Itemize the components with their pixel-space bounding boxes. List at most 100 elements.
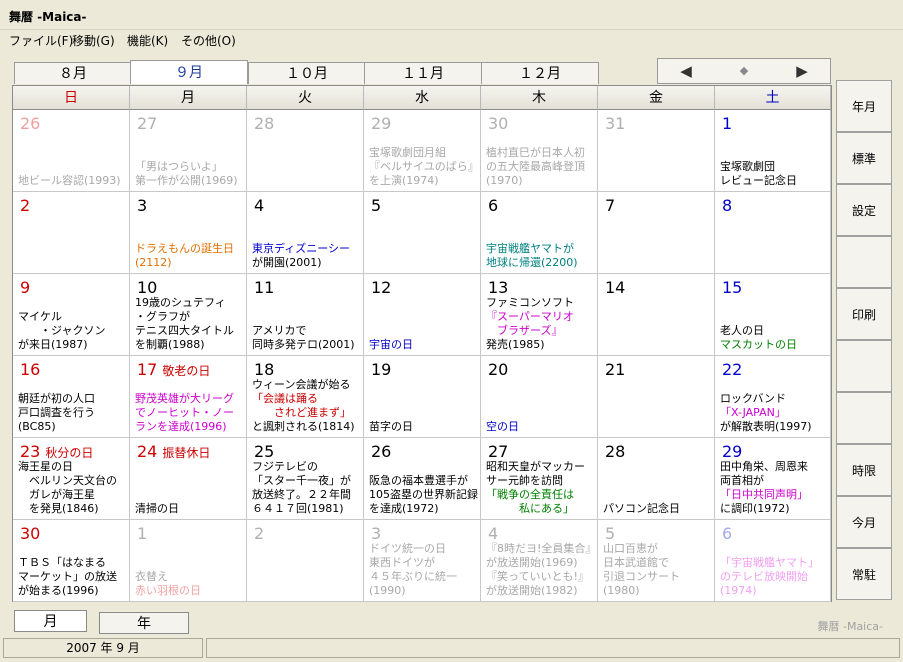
event-text: 19歳のシュテフィ ・グラフが テニス四大タイトル を制覇(1988) [135,296,234,351]
weekday-header: 金 [598,86,715,110]
menu-function[interactable]: 機能(K) [127,32,168,49]
event-text: 清掃の日 [135,502,179,515]
menu-file[interactable]: ファイル(F) [9,32,73,49]
day-number-text: 11 [254,278,275,297]
day-cell[interactable]: 30 ＴＢＳ「はなまる マーケット」の放送 が始まる(1996) [13,520,130,602]
tab-month-12[interactable]: １２月 [481,62,599,84]
day-number: 15 [722,278,742,297]
day-number-text: 2 [20,196,31,215]
day-number-text: 15 [722,278,743,297]
day-cell[interactable]: 12 宇宙の日 [364,274,481,356]
day-cell[interactable]: 16 朝廷が初の人口 戸口調査を行う (BC85) [13,356,130,438]
day-cell[interactable]: 28 [247,110,364,192]
day-cell[interactable]: 8 [715,192,831,274]
day-cell[interactable]: 20 空の日 [481,356,598,438]
sidebar-button-3[interactable] [836,236,892,288]
event-text: アメリカで 同時多発テロ(2001) [252,324,355,351]
day-cell[interactable]: 17 敬老の日 野茂英雄が大リーグ でノーヒット・ノー ランを達成(1996) [130,356,247,438]
day-number-text: 28 [254,114,275,133]
day-cell[interactable]: 27 「男はつらいよ」 第一作が公開(1969) [130,110,247,192]
day-cell[interactable]: 2 [247,520,364,602]
menu-bar: ファイル(F) 移動(G) 機能(K) その他(O) [0,30,903,50]
updown-icon[interactable]: ◆ [716,59,772,83]
event-list: 宝塚歌劇団月組 『ベルサイユのばら』 を上演(1974) [369,146,479,188]
month-navigator: ◀ ◆ ▶ [657,58,831,84]
tab-year[interactable]: 年 [99,612,189,634]
day-cell[interactable]: 3 ドラえもんの誕生日 (2112) [130,192,247,274]
event-text: 「戦争の全責任は 私にある」 [486,488,574,515]
sidebar: 年月 標準 設定印刷時限 今月 常駐 [836,80,892,602]
day-cell[interactable]: 18 ウィーン会議が始る 「会議は踊る されど進まず」 と諷刺される(1814) [247,356,364,438]
day-cell[interactable]: 19 苗字の日 [364,356,481,438]
day-cell[interactable]: 26 地ビール容認(1993) [13,110,130,192]
day-cell[interactable]: 27 昭和天皇がマッカー サー元帥を訪問 「戦争の全責任は 私にある」 [481,438,598,520]
day-cell[interactable]: 5 [364,192,481,274]
day-number: 4 [488,524,498,543]
tab-month-8[interactable]: ８月 [14,62,132,84]
day-cell[interactable]: 30 植村直巳が日本人初 の五大陸最高峰登頂 (1970) [481,110,598,192]
day-cell[interactable]: 5 山口百恵が 日本武道館で 引退コンサート (1980) [598,520,715,602]
day-number-text: 21 [605,360,626,379]
day-cell[interactable]: 29 宝塚歌劇団月組 『ベルサイユのばら』 を上演(1974) [364,110,481,192]
event-text: 昭和天皇がマッカー サー元帥を訪問 [486,460,585,487]
day-number-text: 8 [722,196,733,215]
sidebar-button-7[interactable]: 時限 [836,444,892,496]
event-list: 宝塚歌劇団 レビュー記念日 [720,160,828,188]
menu-other[interactable]: その他(O) [181,32,236,49]
tab-month-10[interactable]: １０月 [248,62,366,84]
day-cell[interactable]: 11 アメリカで 同時多発テロ(2001) [247,274,364,356]
day-cell[interactable]: 4 『8時だヨ!全員集合』 が放送開始(1969) 『笑っていいとも!』 が放送開… [481,520,598,602]
day-cell[interactable]: 9 マイケル ・ジャクソン が来日(1987) [13,274,130,356]
day-cell[interactable]: 23 秋分の日 海王星の日 ベルリン天文台の ガレが海王星 を発見(1846) [13,438,130,520]
sidebar-button-5[interactable] [836,340,892,392]
event-text: 老人の日 [720,324,764,337]
day-cell[interactable]: 14 [598,274,715,356]
tab-month-9[interactable]: ９月 [130,60,248,84]
holiday-label: 秋分の日 [45,446,94,460]
day-cell[interactable]: 26 阪急の福本豊選手が 105盗塁の世界新記録 を達成(1972) [364,438,481,520]
sidebar-button-2[interactable]: 設定 [836,184,892,236]
sidebar-button-1[interactable]: 標準 [836,132,892,184]
event-text: 赤い羽根の日 [135,584,201,597]
event-list: 『8時だヨ!全員集合』 が放送開始(1969) 『笑っていいとも!』 が放送開始… [486,542,596,598]
day-cell[interactable]: 24 振替休日 清掃の日 [130,438,247,520]
day-number-text: 29 [371,114,392,133]
sidebar-button-0[interactable]: 年月 [836,80,892,132]
sidebar-button-6[interactable] [836,392,892,444]
tab-month[interactable]: 月 [14,610,87,632]
day-cell[interactable]: 1 宝塚歌劇団 レビュー記念日 [715,110,831,192]
day-cell[interactable]: 6 宇宙戦艦ヤマトが 地球に帰還(2200) [481,192,598,274]
day-cell[interactable]: 3 ドイツ統一の日 東西ドイツが ４５年ぶりに統一 (1990) [364,520,481,602]
prev-month-icon[interactable]: ◀ [658,59,714,83]
day-number-text: 10 [137,278,158,297]
day-cell[interactable]: 21 [598,356,715,438]
day-cell[interactable]: 13 ファミコンソフト 『スーパーマリオ ブラザーズ』 発売(1985) [481,274,598,356]
day-cell[interactable]: 15 老人の日 マスカットの日 [715,274,831,356]
day-cell[interactable]: 6 「宇宙戦艦ヤマト」 のテレビ放映開始 (1974) [715,520,831,602]
day-number-text: 27 [137,114,158,133]
day-number-text: 12 [371,278,392,297]
menu-move[interactable]: 移動(G) [72,32,115,49]
event-text: 山口百恵が 日本武道館で 引退コンサート (1980) [603,542,680,597]
day-cell[interactable]: 4 東京ディズニーシー が開園(2001) [247,192,364,274]
day-number-text: 28 [605,442,626,461]
day-number-text: 22 [722,360,743,379]
day-cell[interactable]: 28 パソコン記念日 [598,438,715,520]
day-cell[interactable]: 25 フジテレビの 「スター千一夜」が 放送終了。２２年間 ６４１７回(1981) [247,438,364,520]
day-cell[interactable]: 22 ロックバンド 「X-JAPAN」 が解散表明(1997) [715,356,831,438]
day-cell[interactable]: 10 19歳のシュテフィ ・グラフが テニス四大タイトル を制覇(1988) [130,274,247,356]
sidebar-button-4[interactable]: 印刷 [836,288,892,340]
sidebar-button-8[interactable]: 今月 [836,496,892,548]
next-month-icon[interactable]: ▶ [774,59,830,83]
day-cell[interactable]: 2 [13,192,130,274]
day-cell[interactable]: 29 田中角栄、周恩来 両首相が 「日中共同声明」 に調印(1972) [715,438,831,520]
day-cell[interactable]: 7 [598,192,715,274]
day-cell[interactable]: 1 衣替え 赤い羽根の日 [130,520,247,602]
event-text: 「男はつらいよ」 第一作が公開(1969) [135,160,238,187]
day-number-text: 4 [488,524,499,543]
tab-month-11[interactable]: １１月 [364,62,482,84]
event-list: フジテレビの 「スター千一夜」が 放送終了。２２年間 ６４１７回(1981) [252,460,361,516]
sidebar-button-9[interactable]: 常駐 [836,548,892,600]
day-cell[interactable]: 31 [598,110,715,192]
day-number: 30 [488,114,508,133]
